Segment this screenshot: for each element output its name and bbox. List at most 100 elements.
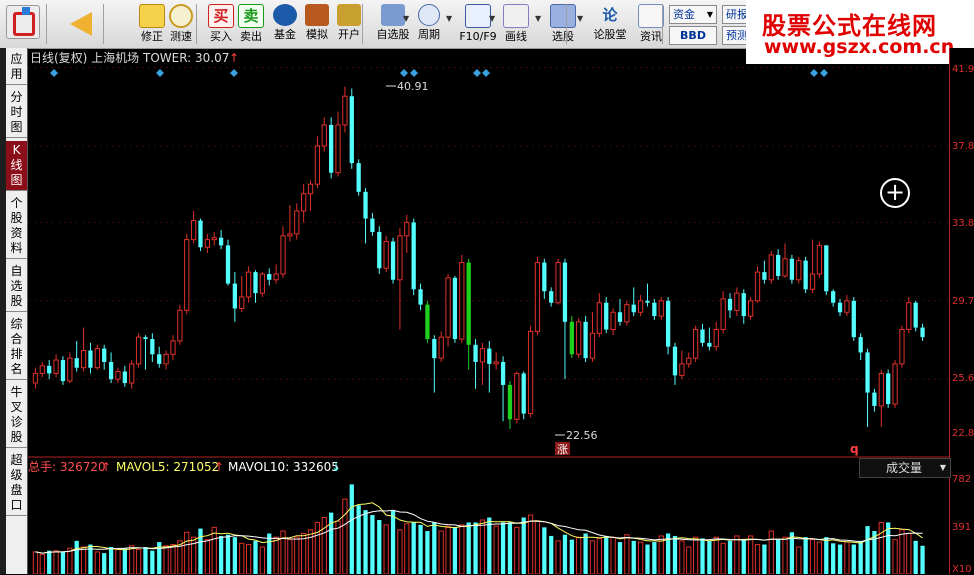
candle [816,241,823,278]
chevron-down-icon: ▼ [939,463,946,472]
volume-bar [748,535,754,574]
chevron-down-icon[interactable]: ▼ [489,14,495,23]
sidebar-tab-7[interactable]: 超级盘口 [6,451,27,516]
sidebar-tab-2[interactable]: K线图 [6,141,27,191]
candle [425,300,430,343]
arrow-up-down-icon [139,4,165,28]
volume-bar [776,539,781,574]
candle [899,325,905,368]
candle [886,369,891,408]
volume-bar [411,522,416,574]
sidebar-tab-4[interactable]: 自选股 [6,262,27,312]
zoom-plus-icon[interactable]: + [880,178,910,208]
sidebar-tab-0[interactable]: 应用 [6,50,27,85]
toolbar-f10-button[interactable]: F10/F9 [458,2,498,46]
toolbar-separator [103,4,104,44]
home-menu-button[interactable] [4,2,42,46]
volume-bar [479,519,486,574]
volume-indicator-select[interactable]: 成交量 ▼ [859,458,951,478]
sidebar-tab-5[interactable]: 综合排名 [6,315,27,380]
candle [170,335,176,361]
toolbar-separator [662,4,663,44]
toolbar-star-folder-button[interactable]: 自选股 [373,2,413,46]
candle [67,352,73,383]
candle [720,291,726,334]
volume-bar [878,521,884,574]
volume-bar [370,515,375,574]
toolbar-select-stock-button[interactable]: 选股 [548,2,578,46]
back-button[interactable] [62,2,100,46]
kline-chart[interactable]: 日线(复权) 上海机场 TOWER: 30.07 ↑ 40.91 22.56 涨… [28,48,949,574]
price-axis-label: 29.7 [952,296,974,307]
signal-diamond-icon [410,69,418,77]
sidebar-tab-label: 牛叉诊股 [10,385,23,444]
candle-layer [32,86,925,429]
toolbar-separator [566,4,567,44]
sidebar-tab-3[interactable]: 个股资料 [6,194,27,259]
toolbar-sell-button[interactable]: 卖卖出 [236,2,266,46]
candle [239,275,245,313]
toolbar-buy-button[interactable]: 买买入 [206,2,236,46]
volume-total-label: 总手: 326720 [28,460,106,474]
candle [287,205,293,242]
toolbar-arrow-up-down-button[interactable]: 修正 [137,2,167,46]
toolbar-hammer-button[interactable]: 模拟 [302,2,332,46]
volume-bar [521,517,526,574]
toolbar-label: 模拟 [306,28,328,41]
volume-bar [583,533,588,574]
price-axis-label: 25.6 [952,373,974,384]
candle [390,237,396,284]
chevron-down-icon[interactable]: ▼ [577,14,583,23]
volume-bar [624,534,630,574]
chevron-down-icon[interactable]: ▼ [535,14,541,23]
volume-bar [239,542,245,574]
bbd-button[interactable]: BBD [669,26,717,45]
candle [466,258,471,370]
volume-bar [329,512,334,574]
candle [177,304,183,345]
candle [143,335,148,370]
volume-bar [844,541,850,574]
candle [768,251,774,284]
candle [796,256,802,284]
candle [617,298,623,326]
signal-diamond-icon [50,69,58,77]
candle [163,350,169,370]
chevron-down-icon[interactable]: ▼ [403,14,409,23]
toolbar-lun-button[interactable]: 论论股堂 [590,2,630,46]
sidebar-tab-1[interactable]: 分时图 [6,88,27,138]
candle [411,218,416,296]
candle [741,289,746,324]
volume-bar [321,517,327,574]
volume-bar [418,524,423,574]
toolbar-clock-button[interactable]: 测速 [166,2,196,46]
volume-bar [576,536,582,574]
toolbar-pencil-button[interactable]: 画线 [501,2,531,46]
toolbar-label: 测速 [170,30,192,43]
candle [878,369,884,427]
candle [562,258,568,380]
clock-icon [169,4,193,28]
volume-bar [803,537,808,574]
sidebar-tab-6[interactable]: 牛叉诊股 [6,383,27,448]
chart-grid [28,67,949,380]
mavol5-label: MAVOL5: 271052 [116,460,219,474]
volume-bar [459,524,465,574]
volume-axis-label: 782 [952,474,972,485]
signal-markers [50,69,828,77]
price-axis: 41.9 37.8 33.8 29.7 25.6 22.8 782 391 X10 [949,48,974,575]
candle [267,268,272,286]
toolbar-label: 画线 [505,30,527,43]
volume-bar [60,551,66,574]
volume-bar [892,539,898,574]
toolbar-fund-button[interactable]: 基金 [270,2,300,46]
toolbar-period-button[interactable]: 周期 [414,2,444,46]
volume-bar [493,525,499,574]
volume-bar [102,553,107,574]
fund-select[interactable]: 资金 ▼ [669,5,717,24]
volume-bar [707,540,712,574]
chevron-down-icon[interactable]: ▼ [446,14,452,23]
signal-q-label: q [850,442,859,456]
volume-bar [886,522,891,574]
toolbar-lock-button[interactable]: 开户 [334,2,364,46]
